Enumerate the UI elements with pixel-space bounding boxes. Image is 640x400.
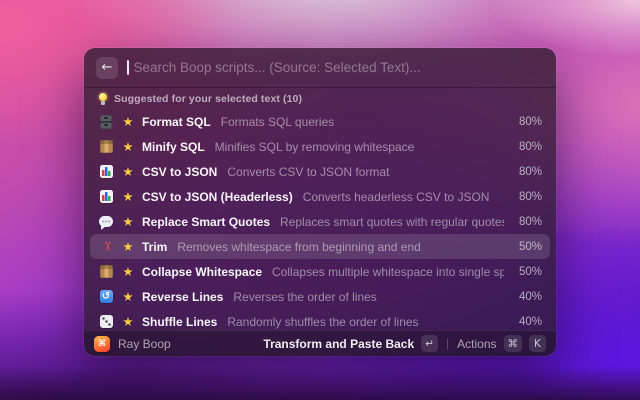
footer-divider [447, 337, 449, 350]
list-item[interactable]: ★ Collapse Whitespace Collapses multiple… [90, 259, 550, 284]
match-percentage: 50% [518, 240, 542, 253]
package-icon [99, 265, 113, 278]
footer-actions: Transform and Paste Back ↵ Actions ⌘ K [263, 335, 546, 352]
favorite-star-icon: ★ [122, 214, 134, 229]
section-header: Suggested for your selected text (10) [84, 88, 556, 108]
list-item[interactable]: ★ Reverse Lines Reverses the order of li… [90, 284, 550, 309]
favorite-star-icon: ★ [122, 114, 134, 129]
list-item[interactable]: ★ Replace Smart Quotes Replaces smart qu… [90, 209, 550, 234]
back-button[interactable]: ← [96, 56, 118, 79]
script-title: Trim [142, 239, 168, 254]
primary-action-button[interactable]: Transform and Paste Back [263, 337, 414, 351]
script-description: Randomly shuffles the order of lines [227, 314, 419, 329]
list-item[interactable]: ★ CSV to JSON Converts CSV to JSON forma… [90, 159, 550, 184]
command-key-icon: ⌘ [503, 335, 522, 352]
package-icon [99, 140, 113, 153]
script-description: Formats SQL queries [220, 114, 335, 129]
app-name-label: Ray Boop [118, 336, 171, 351]
script-description: Converts headerless CSV to JSON [302, 189, 490, 204]
boop-app-icon [94, 335, 110, 352]
k-key-icon: K [529, 335, 546, 352]
script-title: Shuffle Lines [142, 314, 218, 329]
return-key-icon: ↵ [421, 335, 439, 352]
match-percentage: 80% [518, 140, 542, 153]
script-description: Removes whitespace from beginning and en… [177, 239, 421, 254]
script-title: Format SQL [142, 114, 211, 129]
favorite-star-icon: ★ [122, 239, 134, 254]
list-item[interactable]: ★ Shuffle Lines Randomly shuffles the or… [90, 309, 550, 330]
match-percentage: 40% [518, 315, 542, 328]
search-bar: ← [84, 48, 556, 88]
script-title: Minify SQL [142, 139, 205, 154]
light-bulb-icon [98, 92, 107, 106]
script-description: Replaces smart quotes with regular quote… [280, 214, 504, 229]
match-percentage: 80% [518, 115, 542, 128]
script-title: CSV to JSON (Headerless) [142, 189, 293, 204]
list-item[interactable]: ★ Minify SQL Minifies SQL by removing wh… [90, 134, 550, 159]
favorite-star-icon: ★ [122, 164, 134, 179]
match-percentage: 80% [518, 190, 542, 203]
text-cursor [127, 60, 129, 75]
script-title: Replace Smart Quotes [142, 214, 271, 229]
list-item[interactable]: ★ CSV to JSON (Headerless) Converts head… [90, 184, 550, 209]
script-description: Collapses multiple whitespace into singl… [272, 264, 504, 279]
script-description: Converts CSV to JSON format [227, 164, 390, 179]
game-die-icon [99, 315, 113, 328]
ray-boop-launcher-window: ← Suggested for your selected text (10) … [84, 48, 556, 356]
favorite-star-icon: ★ [122, 314, 134, 329]
list-item[interactable]: ★ Format SQL Formats SQL queries 80% [90, 109, 550, 134]
scissors-icon [99, 239, 114, 254]
counterclockwise-arrows-icon [99, 290, 113, 303]
match-percentage: 50% [518, 265, 542, 278]
favorite-star-icon: ★ [122, 139, 134, 154]
bar-chart-icon [99, 190, 113, 203]
search-input[interactable] [133, 60, 544, 75]
speech-balloon-icon [99, 216, 113, 227]
favorite-star-icon: ★ [122, 264, 134, 279]
match-percentage: 80% [518, 215, 542, 228]
footer-bar: Ray Boop Transform and Paste Back ↵ Acti… [84, 330, 556, 356]
script-title: CSV to JSON [142, 164, 218, 179]
match-percentage: 80% [518, 165, 542, 178]
section-label: Suggested for your selected text (10) [114, 93, 303, 105]
match-percentage: 40% [518, 290, 542, 303]
list-item[interactable]: ★ Trim Removes whitespace from beginning… [90, 234, 550, 259]
script-list: ★ Format SQL Formats SQL queries 80% ★ M… [84, 108, 556, 330]
script-title: Collapse Whitespace [142, 264, 263, 279]
favorite-star-icon: ★ [122, 289, 134, 304]
favorite-star-icon: ★ [122, 189, 134, 204]
bar-chart-icon [99, 165, 113, 178]
file-cabinet-icon [100, 114, 112, 129]
actions-menu-button[interactable]: Actions [457, 337, 496, 351]
script-description: Reverses the order of lines [233, 289, 377, 304]
script-description: Minifies SQL by removing whitespace [214, 139, 415, 154]
script-title: Reverse Lines [142, 289, 224, 304]
